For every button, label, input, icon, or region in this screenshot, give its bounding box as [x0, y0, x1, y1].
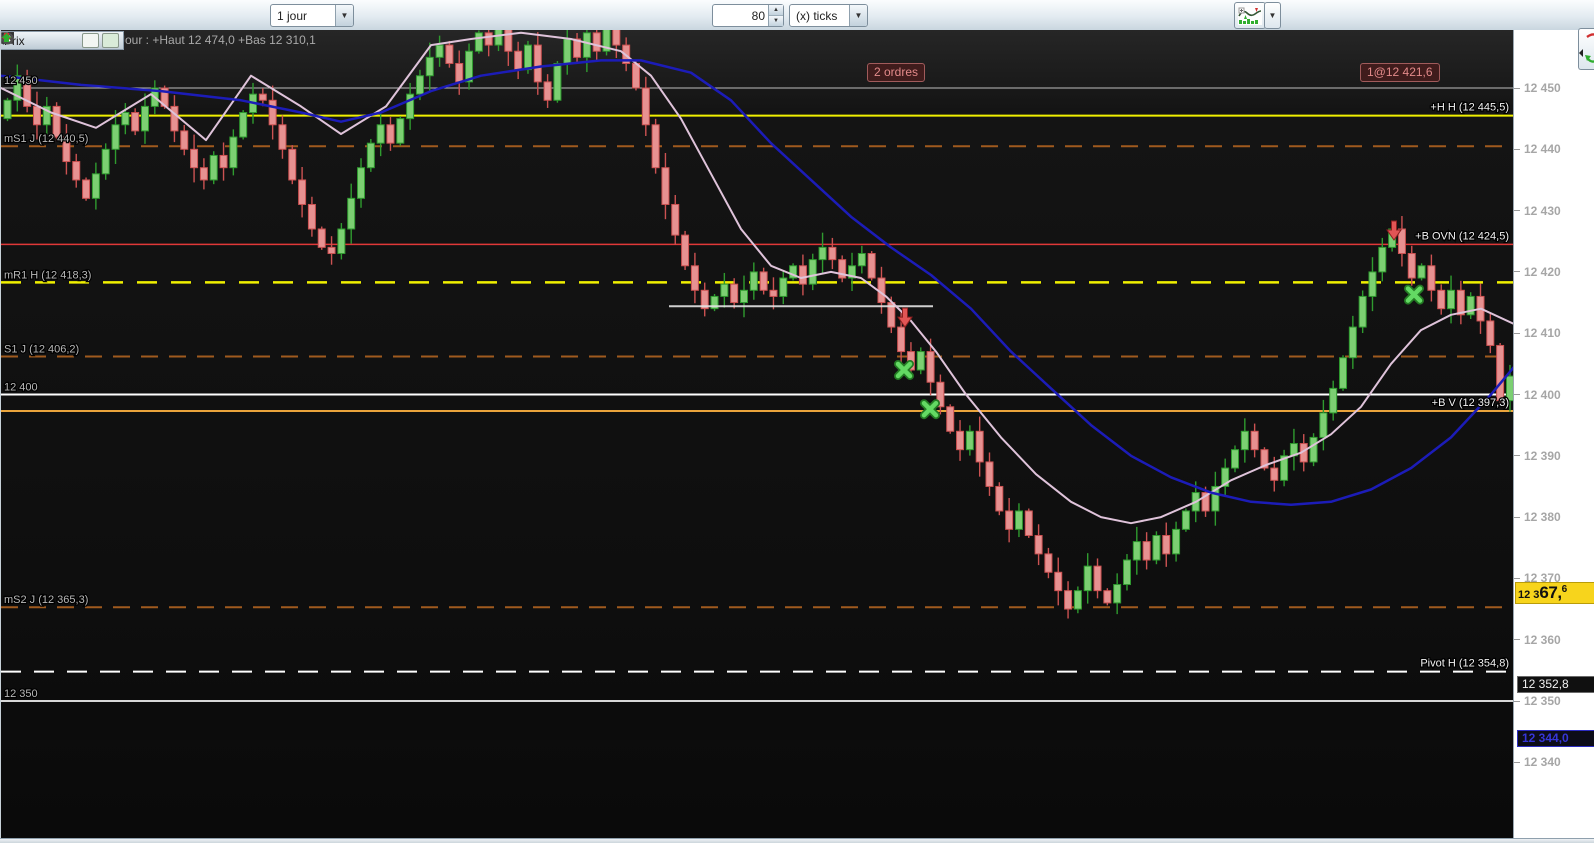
price-axis[interactable]: 12 3 67, 6 12 352,8 12 344,0 12 450 12 440 1…	[1513, 30, 1594, 843]
svg-text:mS1 J (12 440,5): mS1 J (12 440,5)	[4, 133, 88, 145]
axis-tick: 12 360	[1514, 632, 1594, 648]
sell-order-badge[interactable]: 1@12 421,6	[1360, 63, 1440, 82]
period-select[interactable]: 1 jour ▼	[270, 4, 354, 27]
top-toolbar: 1 jour ▼ 80 ▲ ▼ (x) ticks ▼ ▼	[0, 0, 1594, 31]
axis-tick: 12 450	[1514, 80, 1594, 96]
price-panel-titlebar: Prix	[1, 31, 124, 50]
detach-window-icon[interactable]	[1, 32, 61, 47]
chevron-down-icon[interactable]: ▼	[849, 5, 867, 26]
tick-count-value: 80	[751, 8, 765, 23]
axis-tick: 12 410	[1514, 325, 1594, 341]
axis-tick: 12 400	[1514, 387, 1594, 403]
buy-arrow-button[interactable]	[1, 33, 119, 48]
trading-app-window: 1 jour ▼ 80 ▲ ▼ (x) ticks ▼ ▼ 12 450 +H …	[0, 0, 1594, 843]
chart-type-icon	[1238, 6, 1262, 25]
window-bottom-edge	[0, 838, 1594, 843]
svg-text:Pivot H (12 354,8): Pivot H (12 354,8)	[1420, 658, 1509, 670]
axis-tick: 12 350	[1514, 693, 1594, 709]
price-chart-area[interactable]: 12 450 +H H (12 445,5) mS1 J (12 440,5) +B …	[0, 30, 1514, 838]
close-icon[interactable]	[1, 32, 79, 47]
axis-tick: 12 440	[1514, 141, 1594, 157]
spin-up-icon[interactable]: ▲	[769, 5, 783, 16]
tick-count-stepper[interactable]: 80 ▲ ▼	[712, 4, 784, 27]
axis-tick: 12 430	[1514, 203, 1594, 219]
svg-text:12 400: 12 400	[4, 382, 38, 394]
axis-tick: 12 420	[1514, 264, 1594, 280]
last-price-label: 12 3 67, 6	[1515, 582, 1594, 605]
chevron-down-icon: ▼	[1268, 11, 1277, 20]
sell-arrow-button[interactable]	[1, 33, 99, 48]
svg-text:+B V (12 397,3): +B V (12 397,3)	[1432, 397, 1509, 409]
side-panel-toggle[interactable]	[1578, 28, 1594, 70]
chart-style-dropdown-button[interactable]: ▼	[1264, 2, 1281, 29]
tick-unit-value: (x) ticks	[796, 8, 838, 23]
chart-canvas[interactable]: 12 450 +H H (12 445,5) mS1 J (12 440,5) +B …	[1, 30, 1514, 838]
stop-price-label: 12 344,0	[1517, 729, 1594, 747]
svg-text:mR1 H (12 418,3): mR1 H (12 418,3)	[4, 269, 91, 281]
spin-down-icon[interactable]: ▼	[769, 16, 783, 26]
axis-tick: 12 340	[1514, 754, 1594, 770]
chevron-down-icon[interactable]: ▼	[335, 5, 353, 26]
daily-high-low-summary: Jour : +Haut 12 474,0 +Bas 12 310,1	[119, 33, 316, 47]
orders-count-badge[interactable]: 2 ordres	[867, 63, 926, 82]
axis-tick: 12 380	[1514, 509, 1594, 525]
svg-text:+H H (12 445,5): +H H (12 445,5)	[1430, 102, 1509, 114]
svg-text:S1 J (12 406,2): S1 J (12 406,2)	[4, 343, 79, 355]
order-price-label: 12 352,8	[1517, 675, 1594, 693]
transfer-arrows-icon	[1579, 33, 1594, 63]
period-select-value: 1 jour	[277, 8, 308, 23]
settings-wrench-icon[interactable]	[2, 32, 43, 47]
tick-unit-select[interactable]: (x) ticks ▼	[789, 4, 868, 27]
svg-text:12 350: 12 350	[4, 688, 38, 700]
axis-tick: 12 390	[1514, 448, 1594, 464]
chart-style-button[interactable]	[1234, 2, 1266, 29]
svg-text:12 450: 12 450	[4, 75, 38, 87]
svg-text:mS2 J (12 365,3): mS2 J (12 365,3)	[4, 594, 88, 606]
svg-text:+B OVN (12 424,5): +B OVN (12 424,5)	[1415, 230, 1509, 242]
